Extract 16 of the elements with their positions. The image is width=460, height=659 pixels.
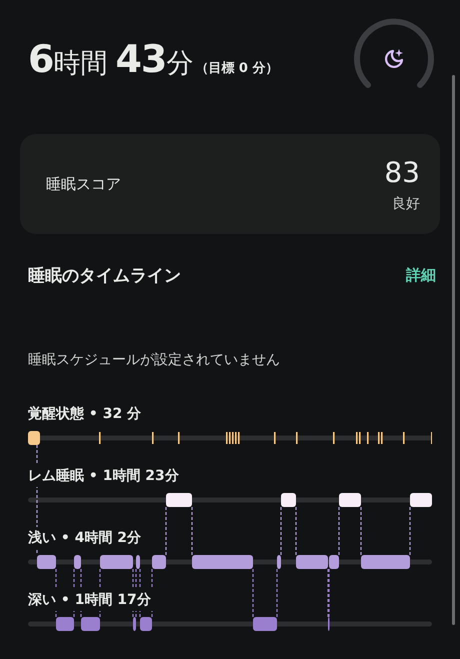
minutes-unit: 分	[166, 47, 194, 81]
section-title: 睡眠のタイムライン	[28, 265, 181, 287]
score-label: 睡眠スコア	[46, 174, 121, 194]
schedule-note: 睡眠スケジュールが設定されていません	[27, 351, 281, 369]
hours-unit: 時間	[53, 47, 108, 81]
score-card[interactable]: 睡眠スコア 83 良好	[20, 134, 440, 234]
moon-icon	[383, 47, 405, 69]
score-rating: 良好	[392, 194, 420, 212]
details-link[interactable]: 詳細	[406, 266, 436, 285]
minutes-value: 43	[115, 37, 166, 81]
goal-label: （目標 0 分）	[195, 60, 278, 77]
stage-label: レム睡眠 • 1時間 23分	[28, 465, 181, 487]
hours-value: 6	[28, 37, 54, 81]
stage-label: 深い • 1時間 17分	[28, 589, 153, 611]
score-value: 83	[384, 156, 420, 188]
stage-label: 浅い • 4時間 2分	[28, 527, 144, 549]
